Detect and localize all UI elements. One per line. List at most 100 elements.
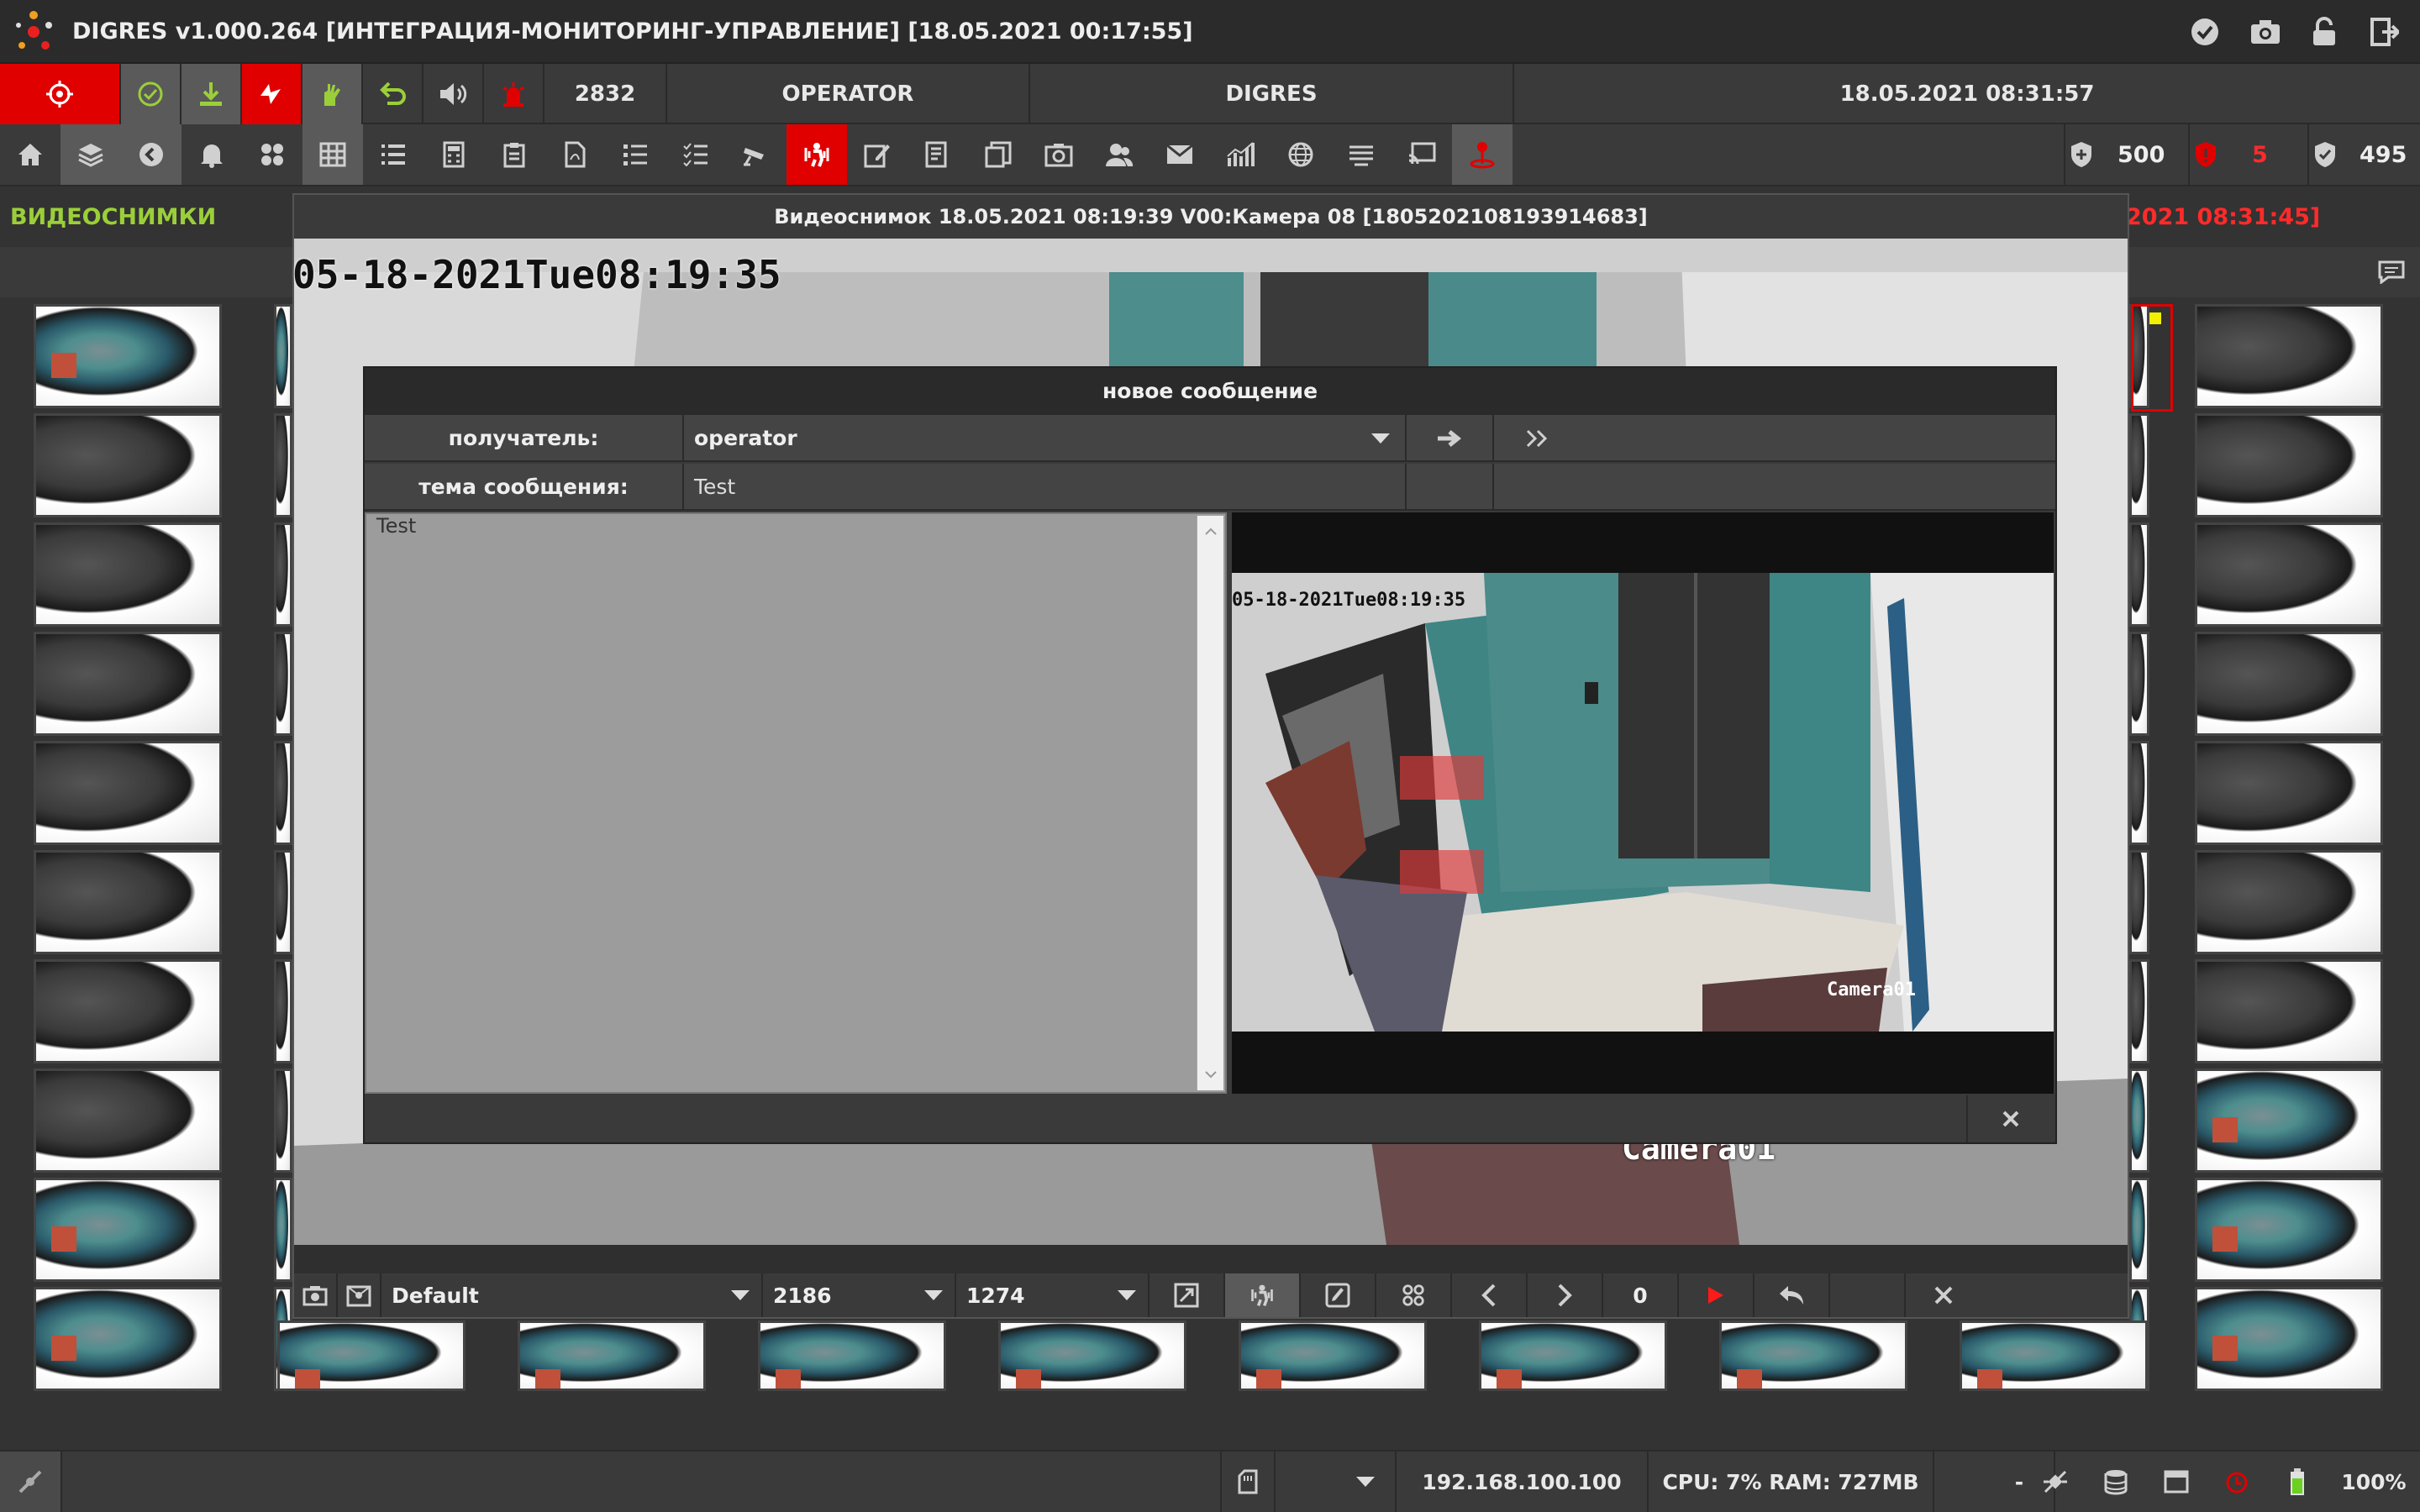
- snapshot-thumbnail[interactable]: [1239, 1320, 1427, 1391]
- check-circle-icon[interactable]: [2185, 12, 2225, 52]
- snapshot-thumbnail[interactable]: [2195, 850, 2383, 954]
- map-pin-icon[interactable]: [1452, 124, 1512, 185]
- snapshot-thumbnail[interactable]: [34, 1068, 222, 1173]
- pdf-icon[interactable]: [544, 124, 605, 185]
- height-select[interactable]: 1274: [956, 1273, 1150, 1317]
- snapshot-thumbnail[interactable]: [34, 632, 222, 736]
- documents-icon[interactable]: [968, 124, 1028, 185]
- cctv-icon[interactable]: [726, 124, 786, 185]
- edit-icon[interactable]: [847, 124, 908, 185]
- snapshot-thumbnail[interactable]: [274, 304, 292, 408]
- snapshot-thumbnail[interactable]: [274, 522, 292, 627]
- home-icon[interactable]: [0, 124, 60, 185]
- checklist-icon[interactable]: [666, 124, 726, 185]
- close-dialog-icon[interactable]: [1966, 1095, 2054, 1142]
- lock-icon[interactable]: [2304, 12, 2344, 52]
- calculator-icon[interactable]: [424, 124, 484, 185]
- reply-icon[interactable]: [1754, 1273, 1830, 1317]
- snapshot-thumbnail[interactable]: [274, 1178, 292, 1282]
- snapshot-thumbnail[interactable]: [2195, 632, 2383, 736]
- list-icon[interactable]: [363, 124, 424, 185]
- motion-detect-icon[interactable]: [1225, 1273, 1301, 1317]
- snapshot-thumbnail[interactable]: [2195, 1068, 2383, 1173]
- snapshot-thumbnail[interactable]: [277, 1320, 466, 1391]
- snapshot-thumbnail[interactable]: [2129, 1068, 2149, 1173]
- snapshot-thumbnail[interactable]: [2129, 741, 2149, 845]
- scrollbar[interactable]: [1197, 516, 1223, 1090]
- storage-select[interactable]: [1276, 1452, 1397, 1512]
- snapshot-thumbnail[interactable]: [274, 413, 292, 517]
- message-icon[interactable]: [2373, 254, 2410, 291]
- snapshot-thumbnail[interactable]: [2129, 959, 2149, 1063]
- snapshot-thumbnail[interactable]: [34, 959, 222, 1063]
- snapshot-thumbnail[interactable]: [2129, 1178, 2149, 1282]
- snapshot-thumbnail[interactable]: [274, 1068, 292, 1173]
- snapshot-thumbnail[interactable]: [2129, 413, 2149, 517]
- clipboard-icon[interactable]: [484, 124, 544, 185]
- send-photo-icon[interactable]: [338, 1273, 381, 1317]
- satellite-icon[interactable]: [2025, 1452, 2086, 1512]
- snapshot-thumbnail[interactable]: [2129, 632, 2149, 736]
- globe-icon[interactable]: [1270, 124, 1331, 185]
- photo-icon[interactable]: [1028, 124, 1089, 185]
- snapshot-camera-icon[interactable]: [294, 1273, 338, 1317]
- undo-icon[interactable]: [363, 64, 424, 124]
- camera-icon[interactable]: [2245, 12, 2286, 52]
- snapshot-thumbnail[interactable]: [2195, 522, 2383, 627]
- snapshot-thumbnail[interactable]: [34, 850, 222, 954]
- snapshot-thumbnail[interactable]: [34, 304, 222, 408]
- snapshot-thumbnail[interactable]: [518, 1320, 706, 1391]
- chevron-left-icon[interactable]: [1452, 1273, 1528, 1317]
- fit-screen-icon[interactable]: [1150, 1273, 1225, 1317]
- subject-input[interactable]: Test: [684, 464, 1407, 511]
- snapshot-thumbnail[interactable]: [34, 522, 222, 627]
- snapshot-thumbnail[interactable]: [998, 1320, 1186, 1391]
- sd-card-icon[interactable]: [1222, 1452, 1276, 1512]
- send-arrow-icon[interactable]: [1407, 415, 1494, 462]
- bullet-list-icon[interactable]: [605, 124, 666, 185]
- document-edit-icon[interactable]: [908, 124, 968, 185]
- back-circle-icon[interactable]: [121, 124, 182, 185]
- window-icon[interactable]: [2146, 1452, 2207, 1512]
- exit-icon[interactable]: [2365, 12, 2405, 52]
- snapshot-thumbnail[interactable]: [34, 1287, 222, 1391]
- siren-icon[interactable]: [484, 64, 544, 124]
- snapshot-thumbnail[interactable]: [274, 632, 292, 736]
- alarm-clock-icon[interactable]: [2207, 1452, 2267, 1512]
- recipient-select[interactable]: operator: [684, 415, 1407, 462]
- play-icon[interactable]: [1679, 1273, 1754, 1317]
- width-select[interactable]: 2186: [763, 1273, 956, 1317]
- chevron-right-icon[interactable]: [1528, 1273, 1603, 1317]
- message-body-textarea[interactable]: [365, 512, 1227, 1094]
- snapshot-thumbnail[interactable]: [2129, 522, 2149, 627]
- snapshot-thumbnail[interactable]: [34, 413, 222, 517]
- snapshot-thumbnail[interactable]: [34, 741, 222, 845]
- snapshot-thumbnail[interactable]: [1479, 1320, 1667, 1391]
- snapshot-thumbnail[interactable]: [2195, 1287, 2383, 1391]
- hand-icon[interactable]: [302, 64, 363, 124]
- network-icon[interactable]: [0, 1452, 62, 1512]
- table-grid-icon[interactable]: [302, 124, 363, 185]
- snapshot-thumbnail[interactable]: [274, 959, 292, 1063]
- snapshot-thumbnail[interactable]: [274, 850, 292, 954]
- confirm-green-icon[interactable]: [121, 64, 182, 124]
- snapshot-thumbnail[interactable]: [2195, 959, 2383, 1063]
- close-viewer-icon[interactable]: [1906, 1273, 1981, 1317]
- mail-icon[interactable]: [1150, 124, 1210, 185]
- snapshot-thumbnail[interactable]: [758, 1320, 946, 1391]
- users-icon[interactable]: [1089, 124, 1150, 185]
- snapshot-thumbnail[interactable]: [34, 1178, 222, 1282]
- download-icon[interactable]: [182, 64, 242, 124]
- snapshot-thumbnail[interactable]: [2195, 741, 2383, 845]
- database-icon[interactable]: [2086, 1452, 2146, 1512]
- grid-dots-icon[interactable]: [1376, 1273, 1452, 1317]
- snapshot-thumbnail[interactable]: [1960, 1320, 2148, 1391]
- lines-icon[interactable]: [1331, 124, 1392, 185]
- edit-image-icon[interactable]: [1301, 1273, 1376, 1317]
- chart-icon[interactable]: [1210, 124, 1270, 185]
- snapshot-thumbnail[interactable]: [2195, 413, 2383, 517]
- snapshot-thumbnail[interactable]: [2195, 1178, 2383, 1282]
- double-chevron-right-icon[interactable]: [1494, 415, 1580, 462]
- snapshot-thumbnail[interactable]: [274, 741, 292, 845]
- layers-icon[interactable]: [60, 124, 121, 185]
